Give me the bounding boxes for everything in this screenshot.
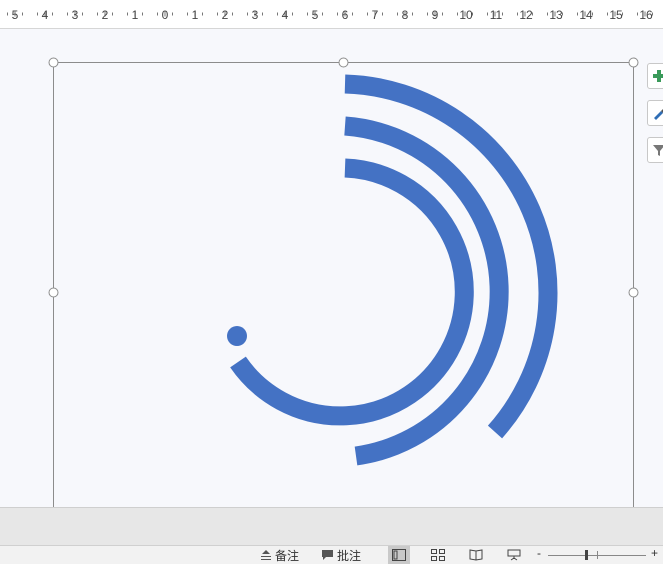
add-element-icon xyxy=(653,70,663,82)
resize-handle[interactable] xyxy=(48,287,59,298)
ruler-label: 3 xyxy=(252,8,259,22)
notes-toggle[interactable]: 备注 xyxy=(260,547,299,563)
ruler-label: 9 xyxy=(432,8,439,22)
ruler-label: 2 xyxy=(222,8,229,22)
add-element-button[interactable] xyxy=(647,63,663,89)
filter-icon xyxy=(653,145,663,156)
zoom-slider-thumb[interactable] xyxy=(585,550,588,560)
zoom-out-button[interactable]: - xyxy=(537,546,541,560)
inner-arc[interactable] xyxy=(230,158,474,426)
ruler-label: 13 xyxy=(549,8,563,22)
ruler-label: 8 xyxy=(402,8,409,22)
ruler-scale: 5 4 3 2 1 0 1 2 3 4 5 6 7 8 9 10 11 12 1… xyxy=(7,8,653,22)
dot-shape[interactable] xyxy=(227,326,247,346)
zoom-in-button[interactable]: + xyxy=(651,546,658,560)
reading-view-button[interactable] xyxy=(465,546,487,564)
notes-icon xyxy=(261,550,271,560)
notes-pane[interactable] xyxy=(0,507,663,546)
ruler-label: 2 xyxy=(102,8,109,22)
notes-label: 备注 xyxy=(275,548,300,563)
slideshow-button[interactable] xyxy=(503,546,525,564)
slide-drawing xyxy=(48,57,639,507)
ruler-label: 1 xyxy=(132,8,139,22)
resize-handle[interactable] xyxy=(338,57,349,68)
ruler-label: 11 xyxy=(490,8,503,22)
ruler-label: 0 xyxy=(162,8,169,22)
presentation-icon xyxy=(507,549,521,561)
horizontal-ruler[interactable]: 5 4 3 2 1 0 1 2 3 4 5 6 7 8 9 10 11 12 1… xyxy=(0,0,663,29)
resize-handle[interactable] xyxy=(628,57,639,68)
ruler-label: 5 xyxy=(12,8,19,22)
comments-label: 批注 xyxy=(337,548,362,563)
ruler-label: 10 xyxy=(459,8,473,22)
status-bar: 备注 批注 - + xyxy=(0,545,663,564)
comments-toggle[interactable]: 批注 xyxy=(321,547,361,563)
ruler-label: 15 xyxy=(609,8,623,22)
ruler-label: 12 xyxy=(519,8,533,22)
slide-canvas[interactable] xyxy=(0,29,663,507)
comment-icon xyxy=(322,550,333,560)
normal-view-button[interactable] xyxy=(388,546,410,564)
ruler-label: 4 xyxy=(42,8,49,22)
ruler-label: 6 xyxy=(342,8,349,22)
resize-handle[interactable] xyxy=(628,287,639,298)
normal-view-icon xyxy=(392,549,406,561)
ruler-label: 14 xyxy=(579,8,593,22)
grid-view-icon xyxy=(431,549,445,561)
filter-button[interactable] xyxy=(647,137,663,163)
resize-handle[interactable] xyxy=(48,57,59,68)
style-brush-icon xyxy=(654,109,663,120)
ruler-label: 4 xyxy=(282,8,289,22)
ruler-label: 1 xyxy=(192,8,199,22)
ruler-label: 16 xyxy=(639,8,653,22)
zoom-slider-center xyxy=(597,551,598,559)
ruler-label: 3 xyxy=(72,8,79,22)
slide-sorter-button[interactable] xyxy=(427,546,449,564)
ruler-label: 5 xyxy=(312,8,319,22)
ruler-label: 7 xyxy=(372,8,379,22)
book-icon xyxy=(469,549,483,561)
style-button[interactable] xyxy=(647,100,663,126)
